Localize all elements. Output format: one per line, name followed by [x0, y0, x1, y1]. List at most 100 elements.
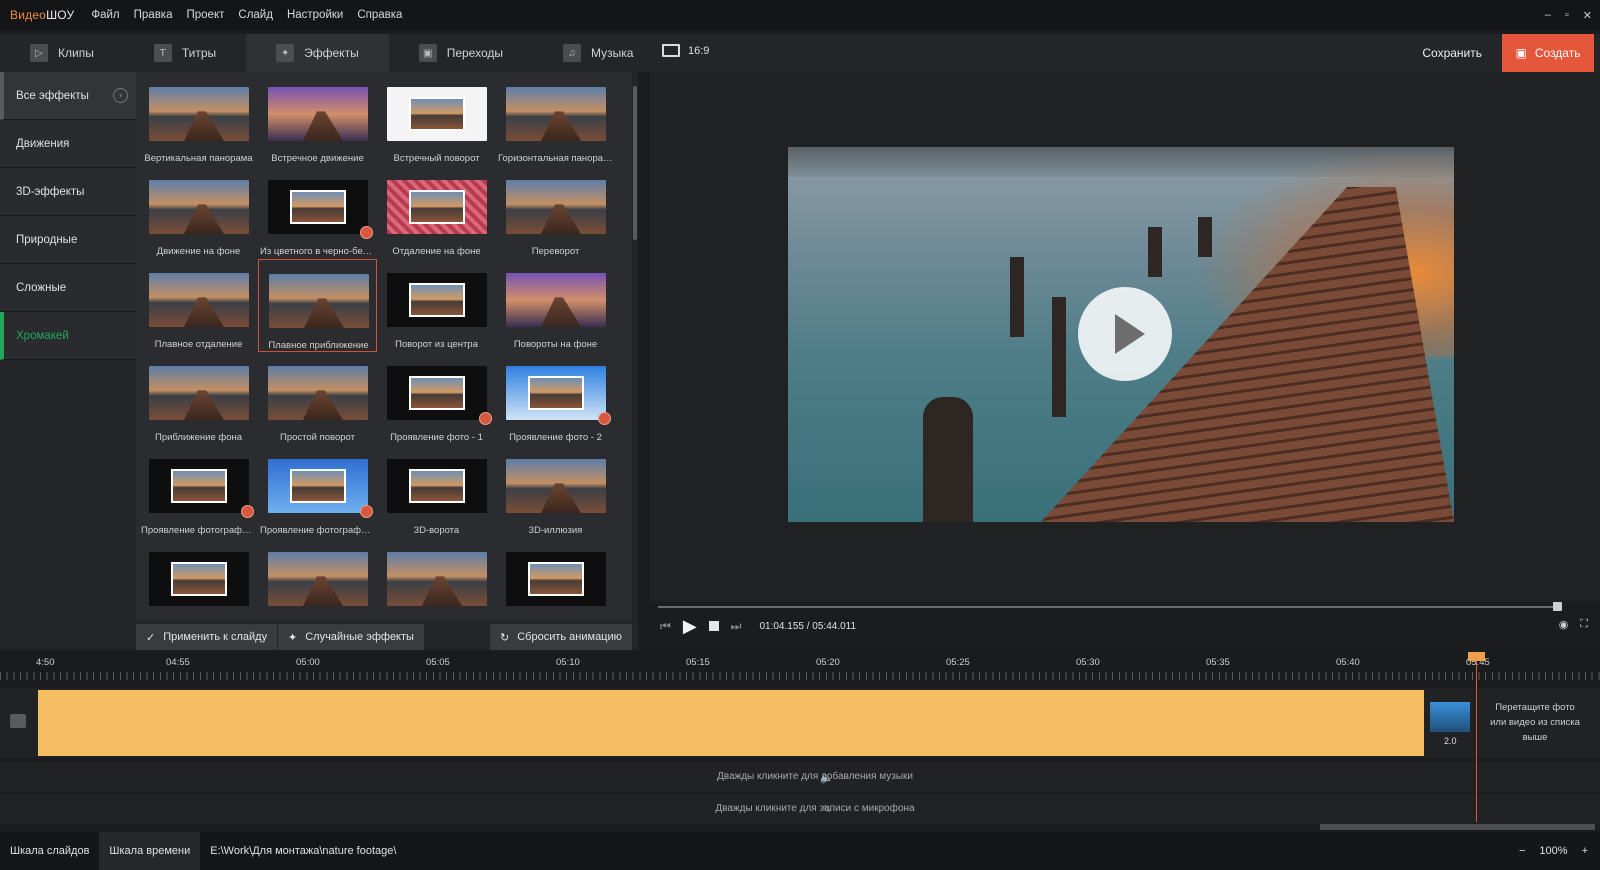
effect-thumbnail: [268, 180, 368, 234]
timeline-tick-label: 05:30: [1076, 657, 1100, 668]
effect-item[interactable]: Проявление фото - 2: [496, 352, 615, 445]
chevron-right-icon[interactable]: ›: [113, 88, 128, 103]
transitions-icon: ▣: [418, 44, 437, 62]
effect-item[interactable]: [377, 538, 496, 620]
effect-item[interactable]: Повороты на фоне: [496, 259, 615, 352]
reset-animation-button[interactable]: ↻ Сбросить анимацию: [490, 624, 632, 650]
tab-transitions[interactable]: ▣ Переходы: [389, 34, 533, 72]
menu-item[interactable]: Справка: [350, 9, 409, 21]
video-preview[interactable]: [788, 147, 1454, 522]
menu-item[interactable]: Проект: [180, 9, 232, 21]
menu-item[interactable]: Настройки: [280, 9, 350, 21]
mic-track[interactable]: ✎ Дважды кликните для записи с микрофона: [0, 794, 1600, 824]
timeline-playhead[interactable]: [1468, 652, 1485, 822]
slide-duration: 2.0: [1444, 736, 1457, 746]
category-item[interactable]: Сложные: [0, 264, 136, 312]
status-bar: Шкала слайдов Шкала времени E:\Work\Для …: [0, 832, 1600, 870]
library-tabs: ▷ Клипы T Титры ✦ Эффекты ▣ Переходы ♫ Музыка: [0, 34, 650, 72]
effect-item[interactable]: Переворот: [496, 166, 615, 259]
effect-item[interactable]: Плавное приближение: [258, 259, 377, 352]
menu-item[interactable]: Правка: [127, 9, 180, 21]
zoom-out-button[interactable]: −: [1519, 845, 1525, 857]
snapshot-icon[interactable]: ◉: [1559, 618, 1569, 631]
menu-item[interactable]: Файл: [84, 9, 126, 21]
effect-item[interactable]: 3D-иллюзия: [496, 445, 615, 538]
timeline-ruler[interactable]: 4:50 04:55 05:00 05:05 05:10 05:15 05:20 05:25 0…: [0, 650, 1600, 680]
stop-icon[interactable]: [708, 621, 719, 631]
effect-item[interactable]: Встречное движение: [258, 73, 377, 166]
effect-item[interactable]: Горизонтальная панорама: [496, 73, 615, 166]
effects-actions: ✓ Применить к слайду ✦ Случайные эффекты ↻…: [136, 620, 638, 654]
effect-item[interactable]: Простой поворот: [258, 352, 377, 445]
menu-bar: Файл Правка Проект Слайд Настройки Справка: [84, 9, 409, 21]
effect-label: Простой поворот: [280, 432, 355, 443]
timeline-scrollbar[interactable]: [1320, 824, 1595, 830]
effect-item[interactable]: Движение на фоне: [139, 166, 258, 259]
play-overlay-button[interactable]: [1078, 287, 1172, 381]
magic-wand-icon: ✦: [288, 631, 298, 644]
refresh-icon: ↻: [500, 631, 510, 644]
tab-titles[interactable]: T Титры: [124, 34, 246, 72]
photo-badge-icon: [360, 505, 373, 518]
drop-hint: Перетащите фото или видео из списка выше: [1490, 702, 1580, 743]
effect-item[interactable]: Плавное отдаление: [139, 259, 258, 352]
timeline-tick-label: 05:10: [556, 657, 580, 668]
effect-item[interactable]: Проявление фотографии…: [258, 445, 377, 538]
photo-badge-icon: [479, 412, 492, 425]
project-path: E:\Work\Для монтажа\nature footage\: [210, 845, 397, 857]
category-item[interactable]: Движения: [0, 120, 136, 168]
effect-thumbnail: [387, 366, 487, 420]
music-track[interactable]: 🔈 Дважды кликните для добавления музыки: [0, 762, 1600, 792]
category-item[interactable]: Природные: [0, 216, 136, 264]
category-item[interactable]: Хромакей: [0, 312, 136, 360]
effect-item[interactable]: [496, 538, 615, 620]
titles-icon: T: [153, 44, 172, 62]
tab-clips[interactable]: ▷ Клипы: [0, 34, 124, 72]
slide-thumbnail[interactable]: [1430, 702, 1470, 732]
category-item[interactable]: Все эффекты ›: [0, 72, 136, 120]
effect-item[interactable]: Из цветного в черно-белое: [258, 166, 377, 259]
next-icon[interactable]: ⏭: [731, 619, 742, 634]
effect-label: Проявление фото - 1: [390, 432, 483, 443]
save-button[interactable]: Сохранить: [1422, 46, 1482, 60]
effect-item[interactable]: [139, 538, 258, 620]
effect-thumbnail: [149, 552, 249, 606]
maximize-button[interactable]: ▫: [1565, 9, 1569, 21]
create-button[interactable]: ▣ Создать: [1502, 34, 1594, 72]
preview-seekbar[interactable]: [658, 602, 1562, 611]
previous-icon[interactable]: ⏮: [660, 619, 671, 634]
aspect-ratio-selector[interactable]: 16:9: [662, 44, 709, 57]
fullscreen-icon[interactable]: ⛶: [1580, 618, 1588, 631]
effect-categories: Все эффекты › Движения 3D-эффекты Природные С…: [0, 72, 136, 652]
minimize-button[interactable]: –: [1545, 9, 1551, 21]
effects-scrollbar[interactable]: [632, 72, 638, 620]
category-item[interactable]: 3D-эффекты: [0, 168, 136, 216]
effect-item[interactable]: Проявление фото - 1: [377, 352, 496, 445]
title-bar: ВидеоШОУ Файл Правка Проект Слайд Настройки С…: [0, 0, 1600, 30]
tab-music[interactable]: ♫ Музыка: [533, 34, 663, 72]
zoom-in-button[interactable]: +: [1582, 845, 1588, 857]
effect-item[interactable]: Поворот из центра: [377, 259, 496, 352]
effect-item[interactable]: Проявление фотографии…: [139, 445, 258, 538]
effect-item[interactable]: Отдаление на фоне: [377, 166, 496, 259]
play-icon[interactable]: ▶: [683, 616, 697, 637]
category-label: Сложные: [16, 281, 67, 294]
timeline-view-tab[interactable]: Шкала времени: [99, 832, 201, 870]
slides-view-tab[interactable]: Шкала слайдов: [0, 845, 99, 857]
close-button[interactable]: ✕: [1583, 9, 1592, 22]
tab-effects[interactable]: ✦ Эффекты: [246, 34, 389, 72]
clip-strip[interactable]: [38, 690, 1424, 756]
effect-item[interactable]: [258, 538, 377, 620]
effect-item[interactable]: Встречный поворот: [377, 73, 496, 166]
random-effects-button[interactable]: ✦ Случайные эффекты: [278, 624, 424, 650]
effect-label: Из цветного в черно-белое: [260, 246, 377, 257]
effect-thumbnail: [506, 273, 606, 327]
effect-thumbnail: [268, 87, 368, 141]
effect-item[interactable]: Приближение фона: [139, 352, 258, 445]
menu-item[interactable]: Слайд: [231, 9, 280, 21]
effect-item[interactable]: Вертикальная панорама: [139, 73, 258, 166]
effect-item[interactable]: 3D-ворота: [377, 445, 496, 538]
effect-thumbnail: [269, 274, 369, 328]
apply-to-slide-button[interactable]: ✓ Применить к слайду: [136, 624, 278, 650]
preview-area: [650, 72, 1600, 611]
